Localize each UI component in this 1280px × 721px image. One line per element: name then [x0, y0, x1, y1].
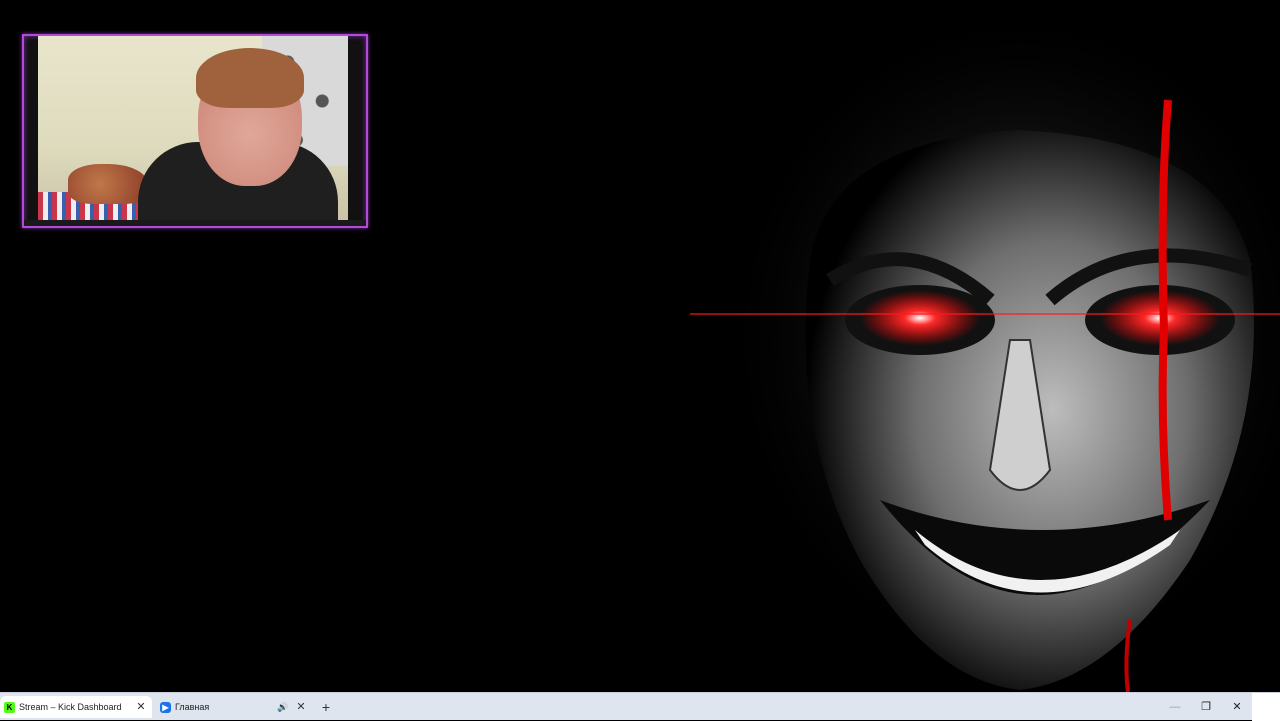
- webcam-frame-bar: [24, 220, 366, 226]
- tab-label: Stream – Kick Dashboard: [19, 702, 122, 712]
- person-hair: [196, 48, 304, 108]
- home-icon: ▶: [160, 701, 171, 713]
- browser-tab-strip: K Stream – Kick Dashboard ✕ ▶ Главная 🔊 …: [0, 692, 1280, 721]
- left-eye-glow: [860, 290, 980, 346]
- webcam-feed: [38, 36, 348, 222]
- demon-face-artwork: [690, 0, 1280, 692]
- tab-label: Главная: [175, 702, 210, 712]
- close-icon[interactable]: ✕: [134, 700, 148, 714]
- close-icon[interactable]: ✕: [294, 700, 308, 714]
- new-tab-button[interactable]: +: [318, 698, 334, 716]
- minimize-button[interactable]: —: [1163, 697, 1187, 717]
- blood-streak: [1158, 99, 1172, 521]
- webcam-overlay: [22, 34, 368, 228]
- tabstrip-edge: [1252, 693, 1280, 721]
- maximize-button[interactable]: ❐: [1194, 697, 1218, 717]
- window-close-button[interactable]: ✕: [1225, 697, 1249, 717]
- speaker-icon[interactable]: 🔊: [276, 700, 290, 714]
- pillow: [68, 164, 148, 204]
- kick-icon: K: [4, 701, 15, 713]
- tab-kick-dashboard[interactable]: K Stream – Kick Dashboard ✕: [0, 696, 152, 718]
- tab-main[interactable]: ▶ Главная 🔊 ✕: [156, 696, 312, 718]
- stream-preview: [0, 0, 1280, 692]
